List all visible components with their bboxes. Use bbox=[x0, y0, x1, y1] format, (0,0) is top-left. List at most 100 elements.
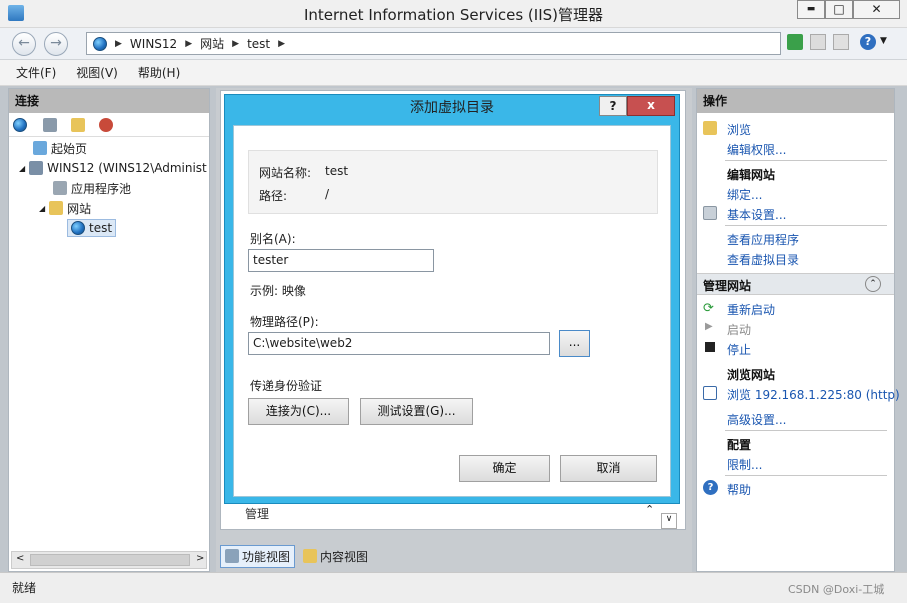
site-name-value: test bbox=[325, 164, 349, 178]
scroll-thumb[interactable] bbox=[30, 554, 190, 566]
browser-window-icon bbox=[703, 386, 717, 400]
action-restart[interactable]: 重新启动 bbox=[727, 301, 775, 318]
tree-server[interactable]: ◢ WINS12 (WINS12\Administ bbox=[19, 159, 207, 177]
connections-title: 连接 bbox=[9, 89, 209, 113]
scroll-right-icon[interactable]: > bbox=[196, 553, 204, 564]
minimize-button[interactable]: ▬ bbox=[797, 0, 825, 19]
browse-path-button[interactable]: ... bbox=[559, 330, 590, 357]
features-view-icon bbox=[225, 549, 239, 563]
status-text: 就绪 bbox=[12, 581, 37, 595]
browse-site-heading: 浏览网站 bbox=[727, 368, 776, 382]
address-bar: ← → ▶ WINS12 ▶ 网站 ▶ test ▶ ? ▼ bbox=[0, 28, 907, 60]
horizontal-scrollbar[interactable]: < > bbox=[11, 551, 207, 569]
menu-help[interactable]: 帮助(H) bbox=[138, 64, 180, 81]
physical-path-input[interactable]: C:\website\web2 bbox=[248, 332, 550, 355]
tree-sites[interactable]: ◢ 网站 bbox=[39, 199, 91, 217]
forward-button[interactable]: → bbox=[44, 32, 68, 56]
home-icon[interactable] bbox=[833, 34, 849, 50]
stop-icon[interactable] bbox=[810, 34, 826, 50]
browse-folder-icon bbox=[703, 121, 717, 135]
disconnect-icon[interactable] bbox=[99, 118, 113, 132]
app-pool-icon bbox=[53, 181, 67, 195]
tab-features-view[interactable]: 功能视图 bbox=[220, 544, 296, 568]
breadcrumb-sites[interactable]: 网站 bbox=[200, 35, 224, 52]
action-basic-settings[interactable]: 基本设置... bbox=[727, 206, 786, 223]
tab-content-view[interactable]: 内容视图 bbox=[299, 546, 372, 567]
action-browse-url[interactable]: 浏览 192.168.1.225:80 (http) bbox=[727, 386, 900, 403]
up-folder-icon[interactable] bbox=[71, 118, 85, 132]
action-edit-permissions[interactable]: 编辑权限... bbox=[727, 141, 786, 158]
action-browse[interactable]: 浏览 bbox=[727, 121, 751, 138]
actions-title: 操作 bbox=[697, 89, 894, 113]
action-view-virtual-dirs[interactable]: 查看虚拟目录 bbox=[727, 251, 799, 268]
scroll-down-icon[interactable]: ∨ bbox=[661, 513, 677, 529]
group-label: 管理 bbox=[245, 507, 270, 521]
action-advanced-settings[interactable]: 高级设置... bbox=[727, 411, 786, 428]
title-bar: Internet Information Services (IIS)管理器 ▬… bbox=[0, 0, 907, 28]
alias-input[interactable]: tester bbox=[248, 249, 434, 272]
scroll-left-icon[interactable]: < bbox=[16, 553, 24, 564]
globe-icon bbox=[71, 221, 85, 235]
divider bbox=[725, 430, 887, 431]
breadcrumb-test[interactable]: test bbox=[247, 37, 270, 51]
test-settings-button[interactable]: 测试设置(G)... bbox=[360, 398, 473, 425]
action-stop[interactable]: 停止 bbox=[727, 341, 751, 358]
manage-site-header: 管理网站 ⌃ bbox=[697, 273, 894, 295]
close-button[interactable]: ✕ bbox=[853, 0, 900, 19]
sites-folder-icon bbox=[49, 201, 64, 215]
dialog-close-button[interactable]: x bbox=[627, 96, 675, 116]
expand-icon[interactable]: ◢ bbox=[19, 164, 25, 173]
help-dropdown-icon[interactable]: ? bbox=[860, 34, 876, 50]
globe-icon bbox=[93, 36, 107, 51]
connections-panel: 连接 起始页 ◢ WINS12 (WINS12\Administ 应用程序池 ◢… bbox=[8, 88, 210, 572]
window-title: Internet Information Services (IIS)管理器 bbox=[303, 6, 604, 24]
collapse-icon[interactable]: ⌃ bbox=[645, 503, 654, 516]
action-start[interactable]: 启动 bbox=[727, 321, 751, 338]
refresh-icon[interactable] bbox=[787, 34, 803, 50]
save-icon[interactable] bbox=[43, 118, 57, 132]
back-button[interactable]: ← bbox=[12, 32, 36, 56]
connect-as-button[interactable]: 连接为(C)... bbox=[248, 398, 349, 425]
ok-button[interactable]: 确定 bbox=[459, 455, 550, 482]
chevron-right-icon: ▶ bbox=[278, 38, 286, 49]
chevron-down-icon[interactable]: ▼ bbox=[880, 36, 887, 46]
action-view-applications[interactable]: 查看应用程序 bbox=[727, 231, 799, 248]
start-icon: ▶ bbox=[705, 321, 713, 332]
chevron-right-icon: ▶ bbox=[115, 38, 122, 49]
tree-app-pools[interactable]: 应用程序池 bbox=[53, 179, 131, 197]
breadcrumb[interactable]: ▶ WINS12 ▶ 网站 ▶ test ▶ bbox=[86, 32, 781, 55]
content-view-icon bbox=[303, 549, 318, 563]
chevron-right-icon: ▶ bbox=[185, 38, 193, 49]
divider bbox=[725, 225, 887, 226]
chevron-right-icon: ▶ bbox=[232, 38, 240, 49]
settings-icon bbox=[703, 206, 717, 220]
view-switcher: 功能视图 内容视图 bbox=[220, 544, 686, 568]
expand-icon[interactable]: ◢ bbox=[39, 204, 45, 213]
tree-start-page[interactable]: 起始页 bbox=[33, 139, 87, 157]
site-name-label: 网站名称: bbox=[259, 166, 312, 180]
status-bar: 就绪 CSDN @Doxi-工城 bbox=[0, 572, 907, 603]
config-heading: 配置 bbox=[727, 438, 752, 452]
collapse-icon[interactable]: ⌃ bbox=[865, 276, 881, 292]
cancel-button[interactable]: 取消 bbox=[560, 455, 657, 482]
breadcrumb-server[interactable]: WINS12 bbox=[130, 37, 177, 51]
physical-path-label: 物理路径(P): bbox=[250, 315, 319, 329]
connect-icon[interactable] bbox=[13, 118, 27, 132]
add-virtual-directory-dialog: 添加虚拟目录 ? x 网站名称: test 路径: / 别名(A): teste… bbox=[224, 94, 680, 504]
dialog-help-button[interactable]: ? bbox=[599, 96, 627, 116]
action-bindings[interactable]: 绑定... bbox=[727, 186, 762, 203]
restart-icon: ⟳ bbox=[703, 301, 714, 316]
maximize-button[interactable]: □ bbox=[825, 0, 853, 19]
action-limits[interactable]: 限制... bbox=[727, 456, 762, 473]
start-page-icon bbox=[33, 141, 47, 155]
tree-site-test[interactable]: test bbox=[67, 219, 117, 237]
menu-file[interactable]: 文件(F) bbox=[16, 64, 56, 81]
menu-view[interactable]: 视图(V) bbox=[76, 64, 118, 81]
menu-bar: 文件(F) 视图(V) 帮助(H) bbox=[0, 60, 907, 86]
watermark: CSDN @Doxi-工城 bbox=[788, 583, 885, 596]
edit-site-heading: 编辑网站 bbox=[727, 168, 776, 182]
server-icon bbox=[29, 161, 44, 175]
path-label: 路径: bbox=[259, 189, 288, 203]
divider bbox=[725, 475, 887, 476]
action-help[interactable]: 帮助 bbox=[727, 481, 751, 498]
